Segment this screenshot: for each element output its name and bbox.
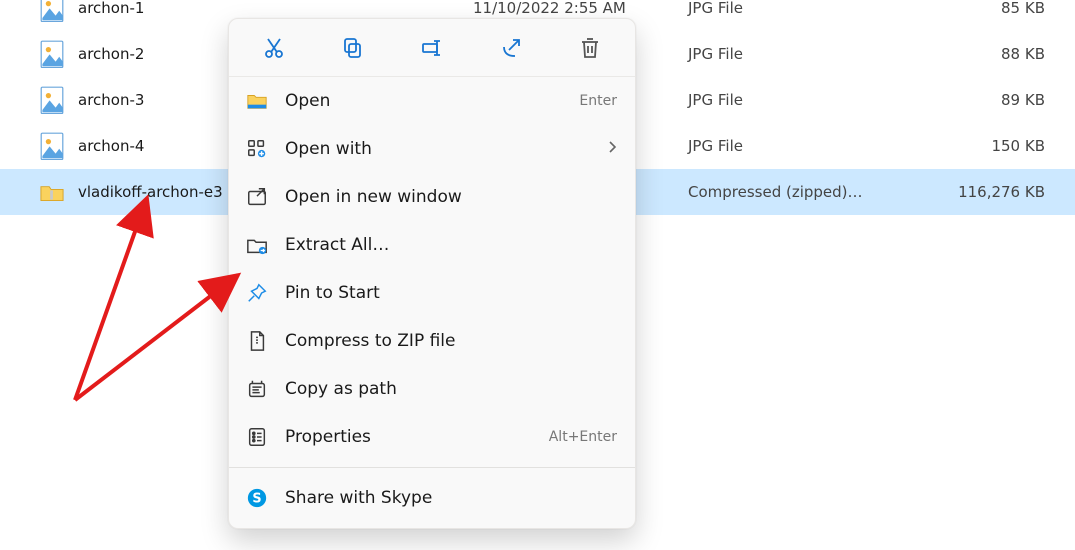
share-icon[interactable]: [489, 26, 533, 70]
zip-file-icon: [40, 180, 64, 204]
menu-item-label: Extract All…: [285, 235, 617, 255]
file-size: 150 KB: [918, 137, 1075, 155]
file-name: archon-1: [78, 0, 473, 17]
menu-item-extract-all[interactable]: Extract All…: [229, 221, 635, 269]
menu-item-hint: Enter: [579, 93, 617, 109]
svg-text:S: S: [252, 492, 261, 507]
menu-item-label: Pin to Start: [285, 283, 617, 303]
file-size: 89 KB: [918, 91, 1075, 109]
menu-item-copy-as-path[interactable]: Copy as path: [229, 365, 635, 413]
file-type: JPG File: [688, 0, 918, 17]
menu-item-label: Open in new window: [285, 187, 617, 207]
file-date: 11/10/2022 2:55 AM: [473, 0, 688, 17]
menu-item-properties[interactable]: Properties Alt+Enter: [229, 413, 635, 461]
cut-icon[interactable]: [252, 26, 296, 70]
menu-item-pin-to-start[interactable]: Pin to Start: [229, 269, 635, 317]
menu-item-share-skype[interactable]: S Share with Skype: [229, 474, 635, 522]
properties-icon: [245, 425, 269, 449]
menu-item-label: Open with: [285, 139, 607, 159]
skype-icon: S: [245, 486, 269, 510]
menu-item-open-new-window[interactable]: Open in new window: [229, 173, 635, 221]
menu-item-label: Properties: [285, 427, 549, 447]
menu-item-open[interactable]: Open Enter: [229, 77, 635, 125]
copy-path-icon: [245, 377, 269, 401]
file-type: JPG File: [688, 91, 918, 109]
jpg-file-icon: [40, 88, 64, 112]
rename-icon[interactable]: [410, 26, 454, 70]
menu-item-open-with[interactable]: Open with: [229, 125, 635, 173]
delete-icon[interactable]: [568, 26, 612, 70]
jpg-file-icon: [40, 134, 64, 158]
menu-item-compress[interactable]: Compress to ZIP file: [229, 317, 635, 365]
menu-item-label: Open: [285, 91, 579, 111]
menu-item-hint: Alt+Enter: [549, 429, 617, 445]
context-menu-action-bar: [229, 19, 635, 77]
file-size: 85 KB: [918, 0, 1075, 17]
menu-item-label: Compress to ZIP file: [285, 331, 617, 351]
extract-icon: [245, 233, 269, 257]
menu-item-label: Copy as path: [285, 379, 617, 399]
menu-separator: [229, 467, 635, 468]
file-type: JPG File: [688, 137, 918, 155]
file-type: Compressed (zipped)…: [688, 183, 918, 201]
jpg-file-icon: [40, 42, 64, 66]
jpg-file-icon: [40, 0, 64, 20]
folder-open-icon: [245, 89, 269, 113]
context-menu: Open Enter Open with Open in new window …: [228, 18, 636, 529]
pin-icon: [245, 281, 269, 305]
copy-icon[interactable]: [331, 26, 375, 70]
menu-item-label: Share with Skype: [285, 488, 617, 508]
chevron-right-icon: [607, 140, 617, 158]
open-with-icon: [245, 137, 269, 161]
file-type: JPG File: [688, 45, 918, 63]
file-size: 88 KB: [918, 45, 1075, 63]
new-window-icon: [245, 185, 269, 209]
zip-file-icon: [245, 329, 269, 353]
file-size: 116,276 KB: [918, 183, 1075, 201]
